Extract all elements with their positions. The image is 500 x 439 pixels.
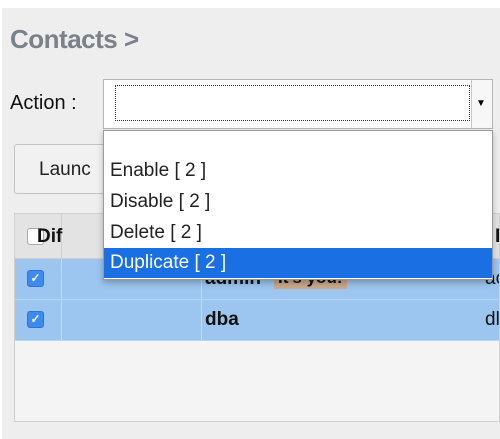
check-icon: ✓: [30, 312, 41, 326]
action-select[interactable]: ▼: [103, 79, 493, 129]
select-arrow-button[interactable]: ▼: [471, 80, 492, 128]
contacts-panel: Contacts > Action : ▼ Launc Dif D ✓ admi…: [0, 0, 500, 439]
menu-item-enable[interactable]: Enable [ 2 ]: [104, 156, 492, 186]
menu-item-disable[interactable]: Disable [ 2 ]: [104, 187, 492, 217]
page-title[interactable]: Contacts >: [10, 24, 139, 55]
column-divider: [61, 300, 62, 340]
column-divider: [201, 300, 202, 340]
contact-name: dba: [205, 309, 239, 330]
action-label: Action :: [10, 92, 77, 114]
action-dropdown-menu: Enable [ 2 ] Disable [ 2 ] Delete [ 2 ] …: [103, 130, 493, 280]
column-header-d[interactable]: D: [495, 226, 499, 248]
table-row[interactable]: ✓ dba dl: [15, 300, 500, 341]
chevron-down-icon: ▼: [476, 98, 486, 109]
menu-item-delete[interactable]: Delete [ 2 ]: [104, 218, 492, 248]
contact-extra: dl: [485, 309, 500, 330]
column-header-dif[interactable]: Dif: [37, 226, 62, 248]
launch-button-label: Launc: [39, 159, 91, 180]
row-checkbox[interactable]: ✓: [27, 311, 44, 328]
menu-item-duplicate[interactable]: Duplicate [ 2 ]: [104, 248, 492, 278]
select-focus-ring: [115, 85, 470, 121]
column-divider: [61, 259, 62, 299]
row-checkbox[interactable]: ✓: [27, 270, 44, 287]
check-icon: ✓: [30, 271, 41, 285]
